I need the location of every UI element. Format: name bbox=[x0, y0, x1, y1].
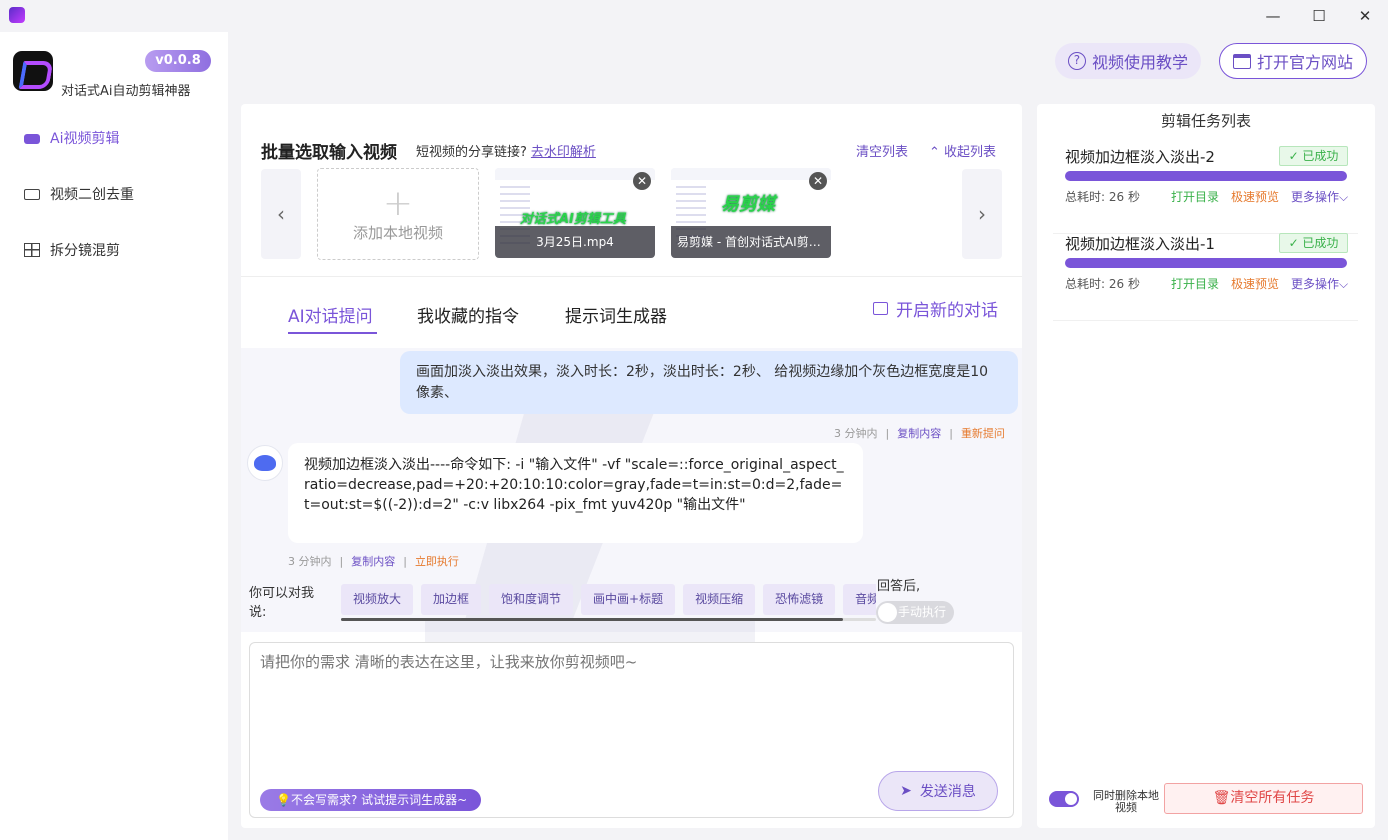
app-icon bbox=[9, 7, 25, 23]
task-item: 视频加边框淡入淡出-1 ✓ 已成功 总耗时: 26 秒 打开目录 极速预览 更多… bbox=[1053, 233, 1358, 321]
sidebar-item-split-mix[interactable]: 拆分镜混剪 bbox=[24, 238, 214, 262]
trash-icon: 🗑 bbox=[1212, 790, 1231, 806]
suggestion-chip[interactable]: 视频压缩 bbox=[683, 584, 756, 615]
open-folder-button[interactable]: 打开目录 bbox=[1171, 188, 1219, 205]
execute-now-button[interactable]: 立即执行 bbox=[415, 553, 459, 569]
video-filename: 易剪媒 - 首创对话式AI剪辑工具 bbox=[671, 226, 831, 258]
tab-prompt-generator[interactable]: 提示词生成器 bbox=[565, 302, 667, 327]
task-name: 视频加边框淡入淡出-1 bbox=[1065, 235, 1215, 253]
plus-icon: + bbox=[382, 182, 414, 224]
sidebar-item-dedup[interactable]: 视频二创去重 bbox=[24, 182, 214, 206]
user-message: 画面加淡入淡出效果，淡入时长：2秒，淡出时长：2秒、 给视频边缘加个灰色边框宽度… bbox=[400, 351, 1018, 414]
tab-favorites[interactable]: 我收藏的指令 bbox=[417, 302, 519, 327]
task-name: 视频加边框淡入淡出-2 bbox=[1065, 148, 1215, 166]
title-bar bbox=[0, 0, 1388, 32]
dewatermark-link[interactable]: 去水印解析 bbox=[531, 145, 596, 160]
brand-name: 对话式Ai自动剪辑神器 bbox=[61, 84, 191, 99]
grid-icon bbox=[24, 243, 40, 257]
prev-arrow-button[interactable]: ‹ bbox=[261, 169, 301, 259]
minimize-button[interactable]: — bbox=[1250, 0, 1296, 32]
copy-content-button[interactable]: 复制内容 bbox=[897, 425, 941, 441]
chevron-right-icon: › bbox=[978, 202, 986, 226]
task-list-title: 剪辑任务列表 bbox=[1160, 112, 1251, 130]
suggestion-chip[interactable]: 加边框 bbox=[421, 584, 482, 615]
active-tab-indicator bbox=[288, 332, 377, 334]
suggestion-chips: 视频放大 加边框 饱和度调节 画中画+标题 视频压缩 恐怖滤镜 音频 bbox=[341, 584, 876, 616]
suggestion-chip[interactable]: 饱和度调节 bbox=[489, 584, 574, 615]
sidebar-item-label: Ai视频剪辑 bbox=[50, 131, 120, 147]
video-thumbnail[interactable]: 易剪媒 易剪媒 - 首创对话式AI剪辑工具 ✕ bbox=[671, 168, 831, 258]
more-actions-button[interactable]: 更多操作⌵ bbox=[1291, 188, 1348, 205]
status-badge: ✓ 已成功 bbox=[1279, 146, 1348, 166]
video-camera-icon bbox=[24, 134, 40, 144]
share-link-hint: 短视频的分享链接? 去水印解析 bbox=[416, 145, 596, 160]
tab-ai-chat[interactable]: AI对话提问 bbox=[288, 302, 373, 327]
status-badge: ✓ 已成功 bbox=[1279, 233, 1348, 253]
open-folder-button[interactable]: 打开目录 bbox=[1171, 275, 1219, 292]
input-section-title: 批量选取输入视频 bbox=[261, 143, 397, 163]
quick-preview-button[interactable]: 极速预览 bbox=[1231, 275, 1279, 292]
task-elapsed: 总耗时: 26 秒 bbox=[1065, 190, 1140, 204]
divider bbox=[241, 276, 1022, 277]
clear-list-button[interactable]: 清空列表 bbox=[856, 141, 908, 160]
re-ask-button[interactable]: 重新提问 bbox=[961, 425, 1005, 441]
quick-preview-button[interactable]: 极速预览 bbox=[1231, 188, 1279, 205]
sidebar bbox=[0, 32, 228, 840]
suggestion-chip[interactable]: 恐怖滤镜 bbox=[763, 584, 836, 615]
next-arrow-button[interactable]: › bbox=[962, 169, 1002, 259]
remove-video-icon[interactable]: ✕ bbox=[809, 172, 827, 190]
chevron-left-icon: ‹ bbox=[277, 202, 285, 226]
website-button[interactable]: 打开官方网站 bbox=[1219, 43, 1367, 79]
bot-avatar bbox=[247, 445, 283, 481]
task-elapsed: 总耗时: 26 秒 bbox=[1065, 277, 1140, 291]
suggestion-chip[interactable]: 音频 bbox=[843, 584, 876, 615]
clear-all-tasks-button[interactable]: 🗑清空所有任务 bbox=[1164, 783, 1363, 814]
after-answer-label: 回答后, bbox=[877, 579, 921, 594]
bot-message: 视频加边框淡入淡出----命令如下: -i "输入文件" -vf "scale=… bbox=[288, 443, 863, 543]
suggestion-label: 你可以对我说: bbox=[249, 586, 315, 620]
copy-content-button[interactable]: 复制内容 bbox=[351, 553, 395, 569]
new-chat-button[interactable]: 开启新的对话 bbox=[873, 296, 998, 321]
maximize-button[interactable]: ☐ bbox=[1296, 0, 1342, 32]
add-local-video-button[interactable]: + 添加本地视频 bbox=[317, 168, 479, 260]
remove-video-icon[interactable]: ✕ bbox=[633, 172, 651, 190]
collapse-list-button[interactable]: ⌃ 收起列表 bbox=[929, 141, 996, 160]
manual-execute-toggle[interactable]: 手动执行 bbox=[876, 601, 954, 624]
close-button[interactable]: ✕ bbox=[1342, 0, 1388, 32]
video-filename: 3月25日.mp4 bbox=[495, 226, 655, 258]
task-progress-bar bbox=[1065, 258, 1347, 268]
version-badge: v0.0.8 bbox=[145, 50, 211, 72]
prompt-generator-hint-button[interactable]: 💡不会写需求? 试试提示词生成器~ bbox=[260, 789, 481, 811]
chat-icon bbox=[873, 302, 888, 315]
sidebar-item-label: 视频二创去重 bbox=[50, 187, 134, 203]
whale-icon bbox=[254, 455, 276, 471]
user-message-meta: 3 分钟内 | 复制内容 | 重新提问 bbox=[834, 425, 1005, 441]
task-item: 视频加边框淡入淡出-2 ✓ 已成功 总耗时: 26 秒 打开目录 极速预览 更多… bbox=[1053, 146, 1358, 234]
send-message-button[interactable]: ➤ 发送消息 bbox=[878, 771, 998, 811]
app-logo bbox=[13, 51, 53, 91]
question-icon: ? bbox=[1067, 52, 1086, 70]
chips-scrollbar[interactable] bbox=[341, 618, 843, 621]
more-actions-button[interactable]: 更多操作⌵ bbox=[1291, 275, 1348, 292]
delete-local-label: 同时删除本地视频 bbox=[1093, 789, 1159, 814]
send-icon: ➤ bbox=[900, 783, 912, 799]
suggestion-chip[interactable]: 画中画+标题 bbox=[581, 584, 676, 615]
browser-icon bbox=[1232, 53, 1251, 69]
delete-local-toggle[interactable] bbox=[1049, 791, 1079, 807]
suggestion-chip[interactable]: 视频放大 bbox=[341, 584, 414, 615]
sidebar-item-label: 拆分镜混剪 bbox=[50, 243, 120, 259]
tutorial-button[interactable]: ? 视频使用教学 bbox=[1055, 43, 1201, 79]
video-thumbnail[interactable]: 对话式AI剪辑工具 3月25日.mp4 ✕ bbox=[495, 168, 655, 258]
task-progress-bar bbox=[1065, 171, 1347, 181]
bot-message-meta: 3 分钟内 | 复制内容 | 立即执行 bbox=[288, 553, 459, 569]
sidebar-item-ai-edit[interactable]: Ai视频剪辑 bbox=[24, 126, 214, 150]
video-icon bbox=[24, 188, 40, 200]
